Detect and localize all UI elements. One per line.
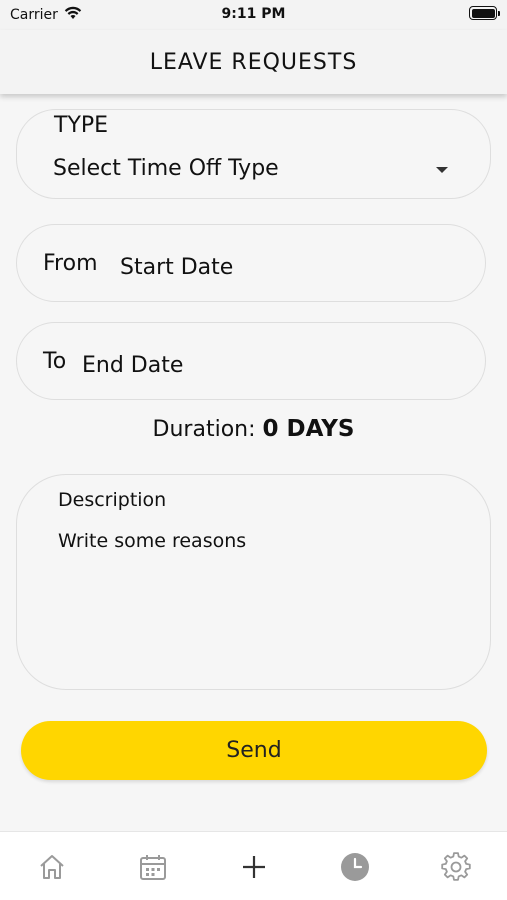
end-date-input[interactable]: End Date [82, 353, 183, 378]
to-label: To [43, 349, 67, 374]
duration-value: 0 DAYS [262, 416, 355, 442]
start-date-input[interactable]: Start Date [120, 255, 233, 280]
page-title: LEAVE REQUESTS [149, 49, 358, 75]
clock-icon [341, 853, 369, 881]
plus-icon [243, 856, 265, 878]
tab-settings[interactable] [441, 852, 471, 882]
tab-home[interactable] [37, 852, 67, 882]
tab-bar [0, 831, 507, 900]
from-date-field[interactable]: From Start Date [16, 224, 486, 302]
battery-icon [469, 6, 500, 20]
description-label: Description [58, 489, 167, 511]
description-input[interactable]: Write some reasons [58, 530, 458, 552]
tab-add[interactable] [239, 852, 269, 882]
status-bar: Carrier 9:11 PM [0, 0, 507, 30]
calendar-icon [140, 855, 166, 880]
type-select[interactable]: TYPE Select Time Off Type [16, 109, 491, 199]
type-value[interactable]: Select Time Off Type [53, 156, 279, 181]
to-date-field[interactable]: To End Date [16, 322, 486, 400]
send-button[interactable]: Send [21, 721, 487, 780]
tab-history[interactable] [340, 852, 370, 882]
from-label: From [43, 251, 98, 276]
tab-calendar[interactable] [138, 852, 168, 882]
duration-display: Duration: 0 DAYS [0, 416, 507, 442]
caret-down-icon[interactable] [436, 167, 448, 173]
description-field[interactable]: Description Write some reasons [16, 474, 491, 690]
home-icon [40, 855, 64, 879]
status-time: 9:11 PM [221, 6, 286, 22]
gear-icon [441, 852, 471, 881]
app-header: LEAVE REQUESTS [0, 30, 507, 94]
type-label: TYPE [54, 113, 109, 138]
duration-label: Duration: [152, 417, 256, 442]
